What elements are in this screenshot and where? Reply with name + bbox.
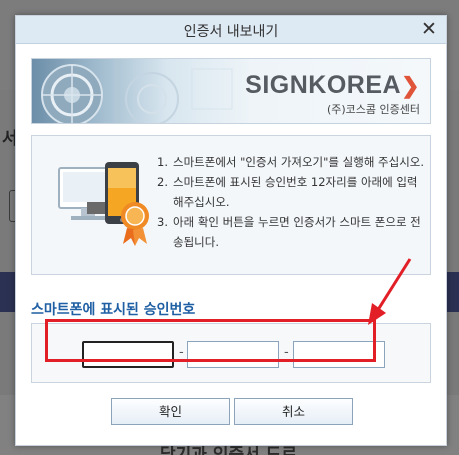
cancel-button[interactable]: 취소: [234, 398, 353, 425]
logo-subtitle: (주)코스콤 인증센터: [326, 103, 420, 116]
highlight-box: [45, 319, 376, 362]
instructions-box: 1. 스마트폰에서 "인증서 가져오기"를 실행해 주십시오. 2. 스마트폰에 표…: [31, 135, 431, 275]
approval-number-title: 스마트폰에 표시된 승인번호: [31, 302, 196, 318]
annotation-arrow-icon: [368, 258, 412, 325]
instruction-list: 1. 스마트폰에서 "인증서 가져오기"를 실행해 주십시오. 2. 스마트폰에 표…: [157, 152, 425, 252]
close-icon[interactable]: ✕: [419, 19, 439, 39]
logo-chevron-icon: ❯: [401, 73, 420, 98]
dialog-title: 인증서 내보내기: [183, 24, 279, 40]
signkorea-banner: SIGNKOREA❯ (주)코스콤 인증센터: [31, 58, 431, 124]
instruction-step: 1. 스마트폰에서 "인증서 가져오기"를 실행해 주십시오.: [157, 155, 425, 169]
dialog-titlebar: 인증서 내보내기 ✕: [16, 16, 446, 44]
confirm-button[interactable]: 확인: [111, 398, 230, 425]
export-certificate-dialog: 인증서 내보내기 ✕ SIGNKOREA❯ (주)코스콤 인증센터 1. 스마트…: [15, 15, 447, 446]
instruction-step: 3. 아래 확인 버튼을 누르면 인증서가 스마트 폰으로 전송됩니다.: [157, 215, 421, 249]
signkorea-logo: SIGNKOREA❯ (주)코스콤 인증센터: [245, 71, 420, 117]
logo-text: SIGNKOREA: [245, 71, 402, 99]
vault-illustration: [41, 59, 233, 123]
instruction-step: 2. 스마트폰에 표시된 승인번호 12자리를 아래에 입력해주십시오.: [157, 175, 418, 209]
pc-to-phone-icon: [58, 162, 149, 246]
